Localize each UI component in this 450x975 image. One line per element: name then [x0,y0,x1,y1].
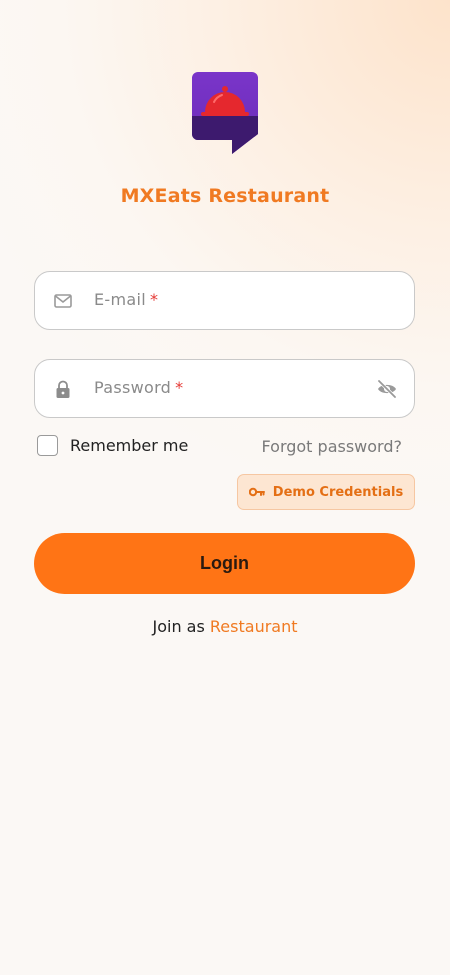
lock-icon [56,380,70,398]
email-placeholder: E-mail * [94,290,159,309]
remember-me[interactable]: Remember me [37,435,188,456]
key-icon [248,487,265,497]
mail-icon [54,294,72,308]
demo-credentials-label: Demo Credentials [272,484,404,500]
password-field[interactable]: Password * [34,359,415,418]
demo-credentials-button[interactable]: Demo Credentials [237,474,415,510]
remember-label: Remember me [70,436,189,455]
remember-checkbox[interactable] [37,435,58,456]
email-field[interactable]: E-mail * [34,271,415,330]
eye-off-icon[interactable] [376,379,398,399]
forgot-password-link[interactable]: Forgot password? [262,437,402,456]
password-placeholder: Password * [94,378,184,397]
join-prefix: Join as [152,617,205,636]
join-restaurant-link[interactable]: Restaurant [210,617,298,636]
app-logo [192,72,258,154]
join-prompt: Join as Restaurant [0,617,450,636]
brand-title: MXEats Restaurant [120,185,330,207]
login-button[interactable]: Login [34,533,415,594]
